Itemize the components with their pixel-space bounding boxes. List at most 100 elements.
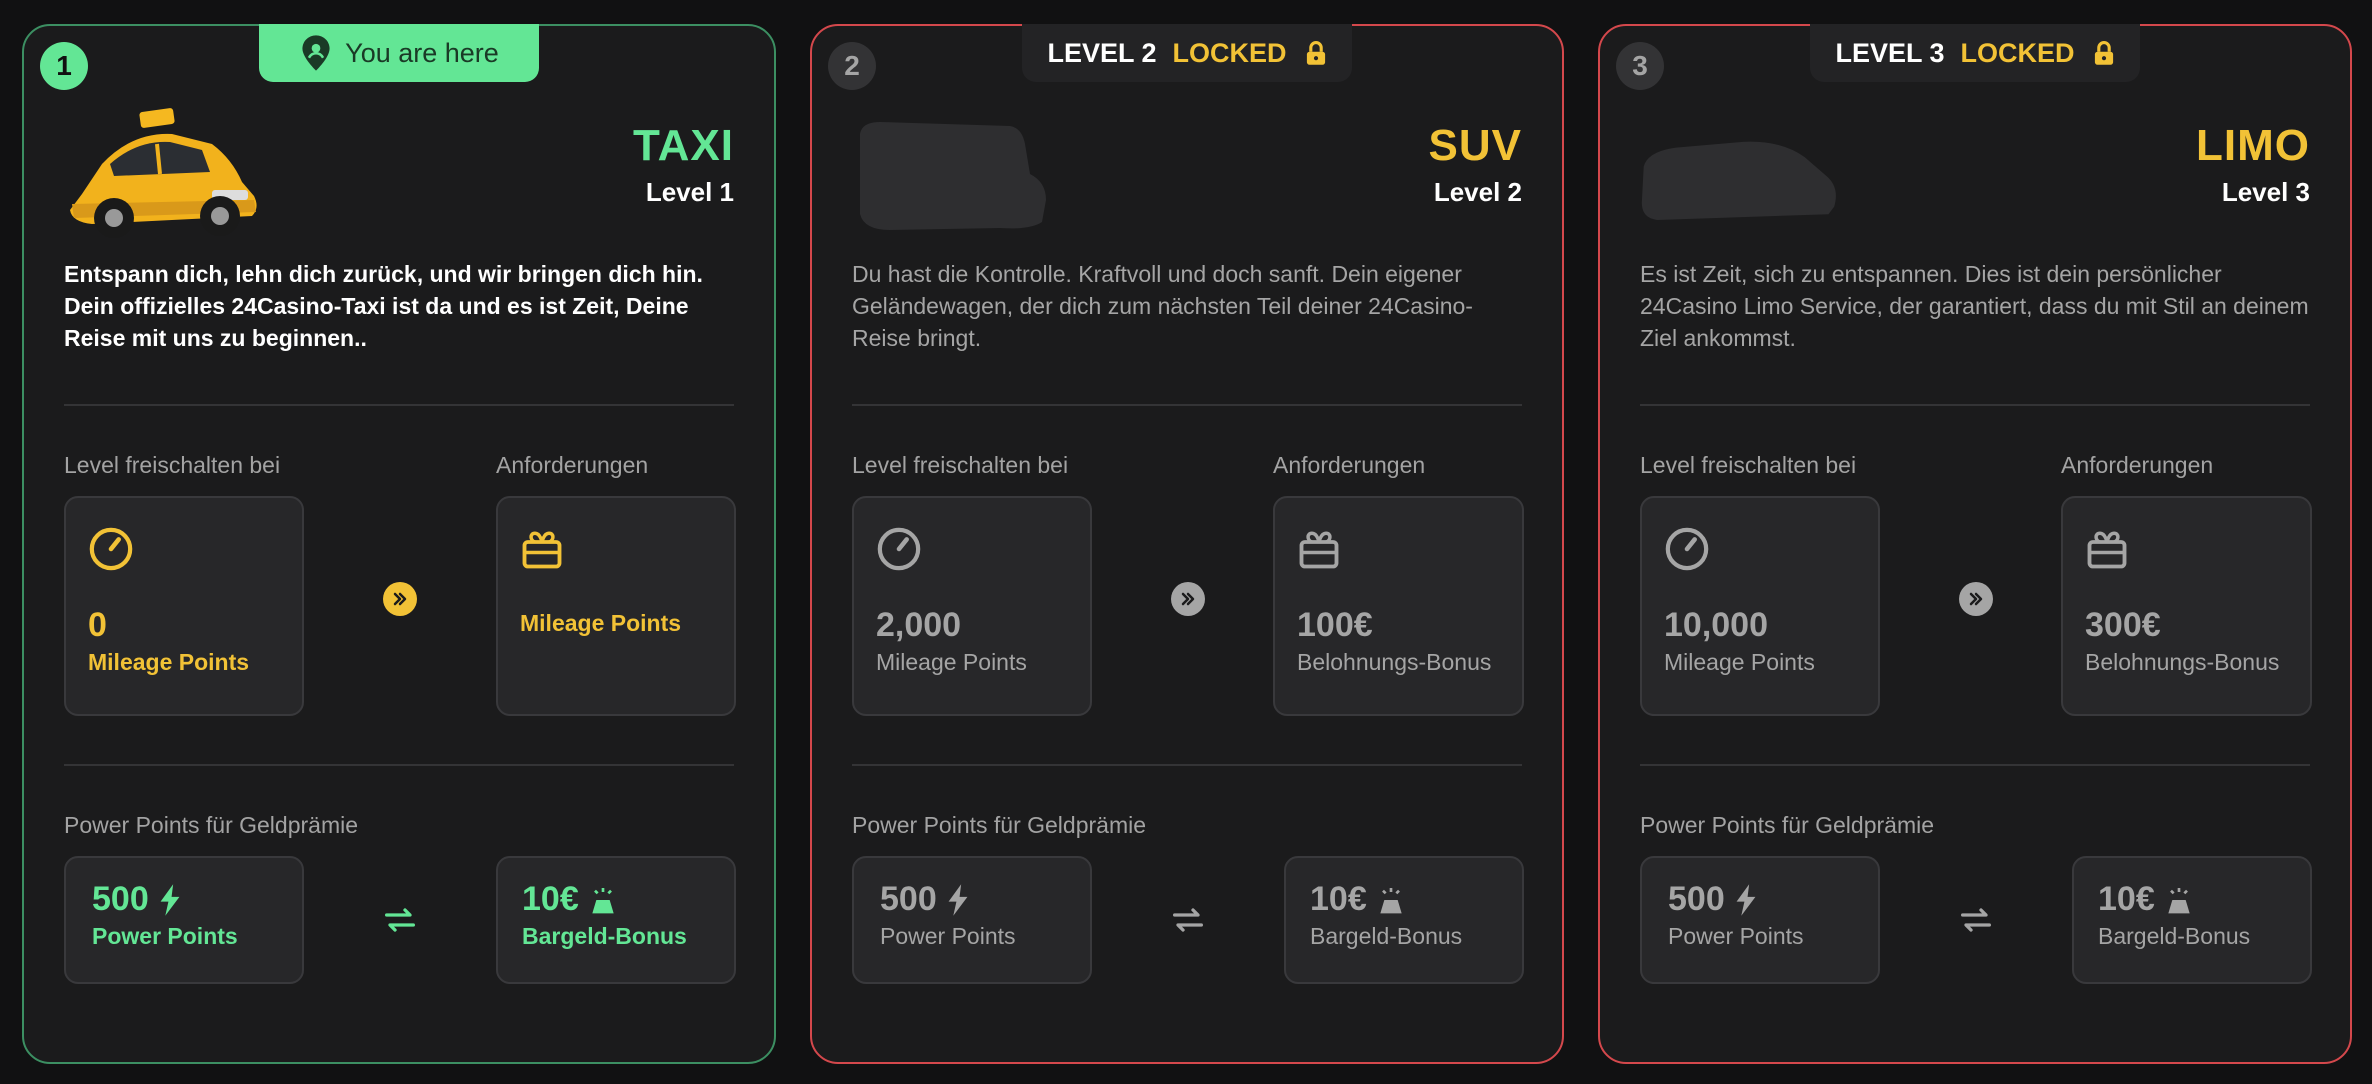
requirement-value: 300€ — [2085, 606, 2161, 644]
vehicle-level: Level 2 — [1433, 177, 1522, 207]
tag-locked-label: LOCKED — [1960, 37, 2075, 68]
speedometer-icon — [1665, 527, 1709, 571]
unlock-value: 2,000 — [876, 606, 962, 644]
locked-tag: LEVEL 3 LOCKED — [1810, 24, 2140, 82]
divider — [1640, 404, 2310, 406]
unlock-box: 0 Mileage Points — [64, 496, 304, 716]
unlock-value: 0 — [88, 606, 107, 644]
you-are-here-tag: You are here — [259, 24, 539, 82]
arrow-forward-icon — [1959, 582, 1993, 616]
requirements-label: Anforderungen — [2061, 452, 2214, 478]
unlock-box: 10,000 Mileage Points — [1640, 496, 1880, 716]
limo-silhouette-image — [1641, 141, 1836, 220]
requirement-unit: Belohnungs-Bonus — [2085, 649, 2280, 675]
money-bag-icon — [2168, 887, 2190, 913]
unlock-label: Level freischalten bei — [852, 452, 1069, 478]
divider — [852, 764, 1522, 766]
taxi-image — [70, 108, 257, 238]
gift-icon — [522, 531, 562, 569]
exchange-icon — [1173, 908, 1203, 932]
unlock-unit: Mileage Points — [1664, 649, 1815, 675]
tag-level: LEVEL 2 — [1047, 37, 1157, 68]
vehicle-name: TAXI — [633, 121, 734, 170]
cash-unit: Bargeld-Bonus — [1310, 923, 1463, 949]
requirement-unit: Belohnungs-Bonus — [1297, 649, 1492, 675]
vehicle-description: Entspann dich, lehn dich zurück, und wir… — [64, 261, 703, 351]
level-number-badge: 3 — [1616, 42, 1664, 90]
power-points-label: Power Points für Geldprämie — [852, 812, 1147, 838]
vehicle-name: SUV — [1428, 121, 1522, 170]
requirement-value: 100€ — [1297, 606, 1373, 644]
level-card-taxi[interactable]: 1 You are here TAXI Level 1 Entspann dic… — [22, 24, 776, 1064]
exchange-icon — [1961, 908, 1991, 932]
exchange-icon — [385, 908, 415, 932]
location-pin-icon — [299, 34, 333, 72]
tag-level: LEVEL 3 — [1835, 37, 1945, 68]
vehicle-title: TAXI Level 1 — [633, 121, 734, 208]
cash-unit: Bargeld-Bonus — [522, 923, 687, 949]
lightning-icon — [160, 883, 180, 916]
cash-value: 10€ — [522, 880, 579, 918]
requirements-box: Mileage Points — [496, 496, 736, 716]
cash-value: 10€ — [2098, 880, 2155, 918]
vehicle-description: Es ist Zeit, sich zu entspannen. Dies is… — [1640, 261, 2309, 351]
vehicle-description: Du hast die Kontrolle. Kraftvoll und doc… — [852, 261, 1473, 351]
cash-value: 10€ — [1310, 880, 1367, 918]
unlock-value: 10,000 — [1664, 606, 1768, 644]
unlock-unit: Mileage Points — [88, 649, 250, 675]
divider — [64, 764, 734, 766]
unlock-box: 2,000 Mileage Points — [852, 496, 1092, 716]
suv-silhouette-image — [860, 122, 1046, 230]
power-points-label: Power Points für Geldprämie — [64, 812, 359, 838]
arrow-forward-icon — [1171, 582, 1205, 616]
divider — [852, 404, 1522, 406]
money-bag-icon — [1380, 887, 1402, 913]
vehicle-title: SUV Level 2 — [1429, 121, 1522, 208]
requirements-box: 100€ Belohnungs-Bonus — [1273, 496, 1524, 716]
requirements-label: Anforderungen — [1273, 452, 1426, 478]
unlock-label: Level freischalten bei — [1640, 452, 1857, 478]
level-number-badge: 2 — [828, 42, 876, 90]
unlock-unit: Mileage Points — [876, 649, 1027, 675]
unlock-label: Level freischalten bei — [64, 452, 281, 478]
gift-icon — [1299, 531, 1339, 569]
power-value: 500 — [880, 880, 937, 918]
level-card-suv[interactable]: 2 LEVEL 2 LOCKED SUV Level 2 Du hast die… — [810, 24, 1564, 1064]
power-value: 500 — [92, 880, 149, 918]
level-number-badge: 1 — [40, 42, 88, 90]
cash-bonus-box: 10€ Bargeld-Bonus — [496, 856, 736, 984]
locked-tag: LEVEL 2 LOCKED — [1022, 24, 1352, 82]
requirements-box: 300€ Belohnungs-Bonus — [2061, 496, 2312, 716]
lock-icon — [2093, 40, 2115, 66]
divider — [64, 404, 734, 406]
vehicle-level: Level 1 — [645, 177, 734, 207]
money-bag-icon — [592, 887, 614, 913]
speedometer-icon — [89, 527, 133, 571]
lightning-icon — [1736, 883, 1756, 916]
arrow-forward-icon — [383, 582, 417, 616]
power-points-box: 500 Power Points — [1640, 856, 1880, 984]
power-points-label: Power Points für Geldprämie — [1640, 812, 1935, 838]
cash-bonus-box: 10€ Bargeld-Bonus — [2072, 856, 2312, 984]
requirements-label: Anforderungen — [496, 452, 649, 478]
power-points-box: 500 Power Points — [852, 856, 1092, 984]
power-unit: Power Points — [1668, 923, 1804, 949]
level-card-limo[interactable]: 3 LEVEL 3 LOCKED LIMO Level 3 Es ist Zei… — [1598, 24, 2352, 1064]
vehicle-title: LIMO Level 3 — [2196, 121, 2310, 208]
vehicle-level: Level 3 — [2221, 177, 2310, 207]
lock-icon — [1305, 40, 1327, 66]
tag-locked-label: LOCKED — [1172, 37, 1287, 68]
power-value: 500 — [1668, 880, 1725, 918]
power-unit: Power Points — [92, 923, 238, 949]
power-unit: Power Points — [880, 923, 1016, 949]
divider — [1640, 764, 2310, 766]
lightning-icon — [948, 883, 968, 916]
speedometer-icon — [877, 527, 921, 571]
cash-unit: Bargeld-Bonus — [2098, 923, 2251, 949]
cash-bonus-box: 10€ Bargeld-Bonus — [1284, 856, 1524, 984]
gift-icon — [2087, 531, 2127, 569]
vehicle-name: LIMO — [2196, 121, 2310, 170]
requirement-unit: Mileage Points — [520, 610, 682, 636]
tag-label: You are here — [345, 37, 499, 68]
power-points-box: 500 Power Points — [64, 856, 304, 984]
